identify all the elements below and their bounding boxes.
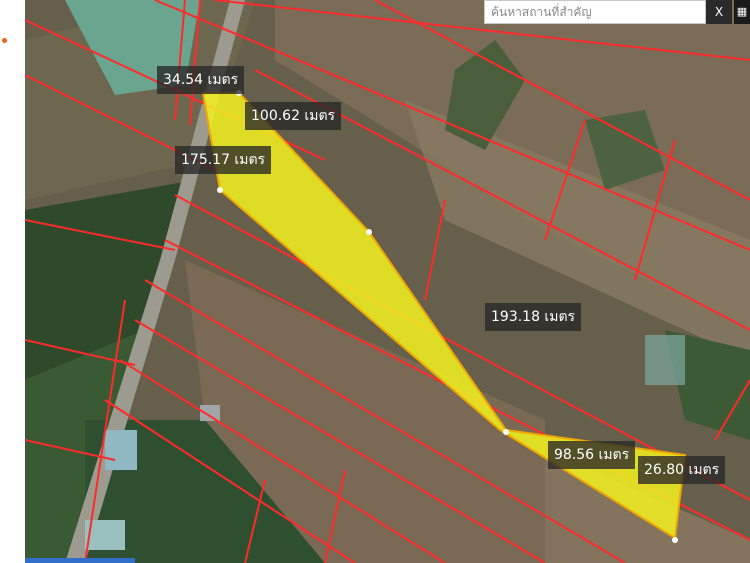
location-marker	[2, 38, 7, 43]
measurement-label-100-62: 100.62 เมตร	[245, 102, 342, 130]
measurement-label-193-18: 193.18 เมตร	[485, 303, 582, 331]
satellite-map[interactable]: 34.54 เมตร 100.62 เมตร 175.17 เมตร 193.1…	[25, 0, 750, 563]
search-close-button[interactable]: X	[706, 0, 732, 24]
measurement-label-175-17: 175.17 เมตร	[175, 146, 272, 174]
search-input[interactable]	[485, 1, 707, 23]
measurement-label-34-54: 34.54 เมตร	[157, 66, 245, 94]
measurement-label-26-80: 26.80 เมตร	[638, 456, 726, 484]
measurement-label-98-56: 98.56 เมตร	[548, 441, 636, 469]
search-box	[484, 0, 707, 24]
bottom-bar	[25, 558, 135, 563]
map-toolbar-button[interactable]: ▦	[734, 0, 750, 24]
